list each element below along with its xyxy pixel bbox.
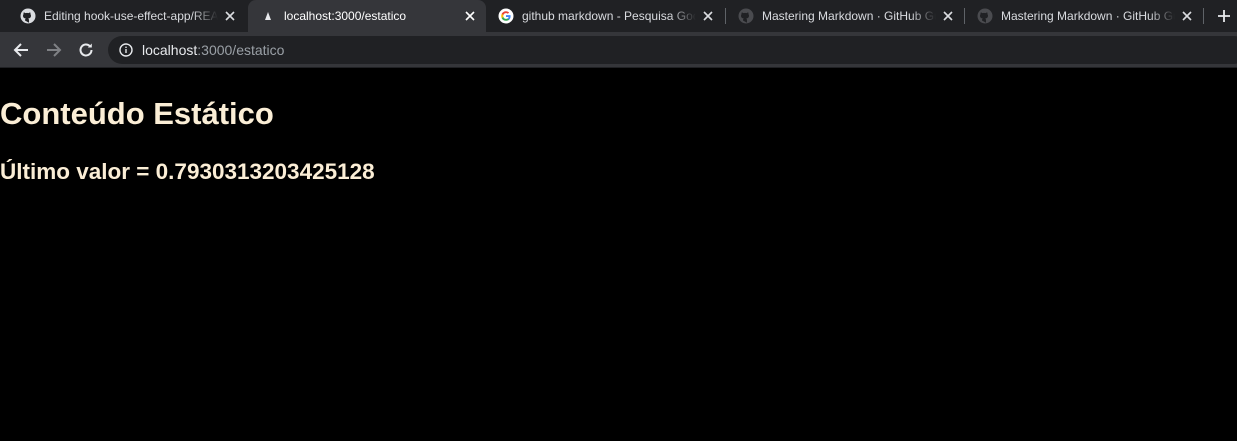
tab-title: Mastering Markdown · GitHub Guides xyxy=(762,9,936,23)
tab-title: Editing hook-use-effect-app/README.md xyxy=(44,9,218,23)
tab-localhost-estatico[interactable]: localhost:3000/estatico xyxy=(248,0,486,32)
close-icon[interactable] xyxy=(462,8,478,24)
react-icon xyxy=(260,8,276,24)
tab-google-search[interactable]: github markdown - Pesquisa Google xyxy=(486,0,724,32)
back-button[interactable] xyxy=(9,38,33,62)
tab-title: github markdown - Pesquisa Google xyxy=(522,9,696,23)
reload-icon xyxy=(79,43,93,57)
close-icon[interactable] xyxy=(222,8,238,24)
arrow-right-icon xyxy=(47,43,62,57)
tab-mastering-markdown-1[interactable]: Mastering Markdown · GitHub Guides xyxy=(726,0,964,32)
google-icon xyxy=(498,8,514,24)
tab-title: Mastering Markdown · GitHub Guides xyxy=(1001,9,1175,23)
page-title: Conteúdo Estático xyxy=(0,96,274,131)
url-text: localhost:3000/estatico xyxy=(142,42,284,58)
github-icon xyxy=(738,8,754,24)
forward-button[interactable] xyxy=(42,38,66,62)
github-icon xyxy=(20,8,36,24)
tab-mastering-markdown-2[interactable]: Mastering Markdown · GitHub Guides xyxy=(965,0,1203,32)
tab-title: localhost:3000/estatico xyxy=(284,9,407,23)
url-path: :3000/estatico xyxy=(197,42,285,58)
arrow-left-icon xyxy=(13,43,28,57)
page-content: Conteúdo Estático Último valor = 0.79303… xyxy=(0,68,1237,441)
url-host: localhost xyxy=(142,42,198,58)
address-bar[interactable]: localhost:3000/estatico xyxy=(108,36,1237,64)
close-icon[interactable] xyxy=(1179,8,1195,24)
info-icon[interactable] xyxy=(118,42,134,58)
github-icon xyxy=(977,8,993,24)
tab-separator xyxy=(1203,8,1204,24)
browser-toolbar: localhost:3000/estatico xyxy=(0,32,1237,68)
tab-editing-readme[interactable]: Editing hook-use-effect-app/README.md xyxy=(8,0,246,32)
new-tab-button[interactable] xyxy=(1214,6,1234,26)
close-icon[interactable] xyxy=(700,8,716,24)
reload-button[interactable] xyxy=(74,38,98,62)
tab-strip: Editing hook-use-effect-app/README.md lo… xyxy=(0,0,1237,32)
last-value-text: Último valor = 0.7930313203425128 xyxy=(0,159,375,184)
close-icon[interactable] xyxy=(940,8,956,24)
plus-icon xyxy=(1218,10,1230,22)
